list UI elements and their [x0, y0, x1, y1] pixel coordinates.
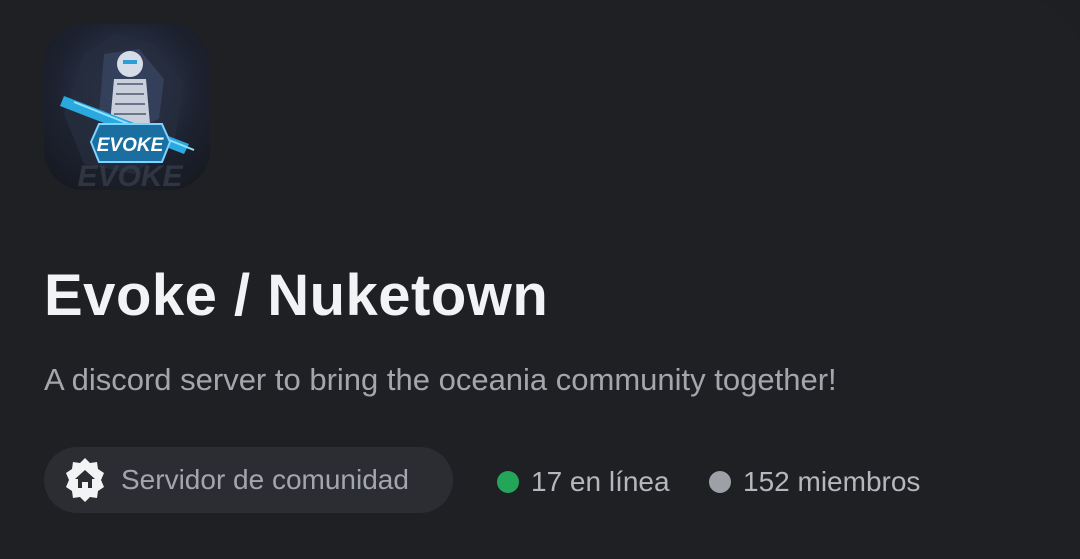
svg-text:EVOKE: EVOKE: [77, 160, 183, 190]
server-icon[interactable]: EVOKE EVOKE: [44, 24, 210, 190]
online-count-text: 17 en línea: [531, 466, 670, 497]
server-profile-card: EVOKE EVOKE Evoke / Nuketown A discord s…: [0, 0, 1080, 559]
online-count: 17 en línea: [497, 462, 670, 502]
member-count: 152 miembros: [709, 462, 920, 502]
evoke-logo-icon: EVOKE EVOKE: [60, 34, 195, 190]
member-count-text: 152 miembros: [743, 466, 921, 497]
online-status-dot-icon: [497, 471, 519, 493]
logo-text: EVOKE: [97, 135, 165, 156]
server-name: Evoke / Nuketown: [44, 263, 549, 328]
server-description: A discord server to bring the oceania co…: [44, 362, 837, 397]
community-server-label: Servidor de comunidad: [121, 464, 409, 495]
member-status-dot-icon: [709, 471, 731, 493]
community-server-badge[interactable]: Servidor de comunidad: [44, 447, 453, 513]
home-badge-icon: [62, 457, 108, 503]
